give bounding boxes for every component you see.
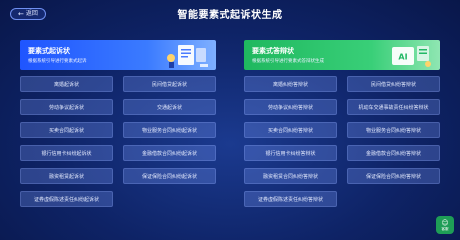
complaint-item[interactable]: 买卖合同起诉状 — [20, 122, 113, 138]
banner-subtitle: 根据系统引导进行要素式起诉 — [28, 59, 87, 64]
complaint-item[interactable]: 金融借款合同纠纷起诉状 — [123, 145, 216, 161]
banner-title: 要素式答辩状 — [252, 47, 294, 55]
complaint-item[interactable]: 离婚起诉状 — [20, 76, 113, 92]
complaint-item[interactable]: 民间借贷起诉状 — [123, 76, 216, 92]
complaint-item[interactable]: 交通起诉状 — [123, 99, 216, 115]
complaint-item[interactable]: 融资租赁起诉状 — [20, 168, 113, 184]
top-bar: ← 返回 智能要素式起诉状生成 — [0, 0, 460, 30]
complaint-item[interactable]: 物业服务合同纠纷起诉状 — [123, 122, 216, 138]
complaint-item[interactable]: 劳动争议起诉状 — [20, 99, 113, 115]
defense-list: 离婚纠纷答辩状 民间借贷纠纷答辩状 劳动争议纠纷答辩状 机动车交通事故责任纠纷答… — [244, 76, 440, 207]
document-illustration-icon — [167, 45, 208, 68]
defense-item[interactable]: 机动车交通事故责任纠纷答辩状 — [347, 99, 440, 115]
defense-item[interactable]: 买卖合同纠纷答辩状 — [244, 122, 337, 138]
complaint-item[interactable]: 保证保险合同纠纷起诉状 — [123, 168, 216, 184]
defense-item[interactable]: 物业服务合同纠纷答辩状 — [347, 122, 440, 138]
customer-service-button[interactable]: ☺ 客服 — [436, 216, 454, 234]
defense-item[interactable]: 保证保险合同纠纷答辩状 — [347, 168, 440, 184]
complaint-item[interactable]: 证券虚假陈述责任纠纷起诉状 — [20, 191, 113, 207]
customer-service-label: 客服 — [441, 226, 449, 231]
complaint-list: 离婚起诉状 民间借贷起诉状 劳动争议起诉状 交通起诉状 买卖合同起诉状 物业服务… — [20, 76, 216, 207]
complaint-banner[interactable]: 要素式起诉状 根据系统引导进行要素式起诉 — [20, 40, 216, 70]
ai-illustration-icon: AI — [392, 46, 431, 67]
defense-item[interactable]: 证券虚假陈述责任纠纷答辩状 — [244, 191, 337, 207]
svg-text:AI: AI — [398, 53, 407, 62]
defense-item[interactable]: 劳动争议纠纷答辩状 — [244, 99, 337, 115]
defense-item[interactable]: 融资租赁合同纠纷答辩状 — [244, 168, 337, 184]
defense-panel: 要素式答辩状 根据系统引导进行要素式答辩状生成 AI 离婚纠纷答辩状 民间借贷纠… — [244, 40, 440, 207]
banner-title: 要素式起诉状 — [28, 47, 70, 55]
defense-item[interactable]: 离婚纠纷答辩状 — [244, 76, 337, 92]
complaint-panel: 要素式起诉状 根据系统引导进行要素式起诉 离婚起诉状 民间借贷起诉状 劳动争议起… — [20, 40, 216, 207]
defense-item[interactable]: 民间借贷纠纷答辩状 — [347, 76, 440, 92]
banner-subtitle: 根据系统引导进行要素式答辩状生成 — [252, 59, 324, 64]
defense-item[interactable]: 金融借款合同纠纷答辩状 — [347, 145, 440, 161]
page-title: 智能要素式起诉状生成 — [177, 10, 283, 21]
defense-item[interactable]: 银行信用卡纠纷答辩状 — [244, 145, 337, 161]
defense-banner[interactable]: 要素式答辩状 根据系统引导进行要素式答辩状生成 AI — [244, 40, 440, 70]
complaint-item[interactable]: 银行信用卡纠纷起诉状 — [20, 145, 113, 161]
chat-icon: ☺ — [441, 218, 449, 227]
